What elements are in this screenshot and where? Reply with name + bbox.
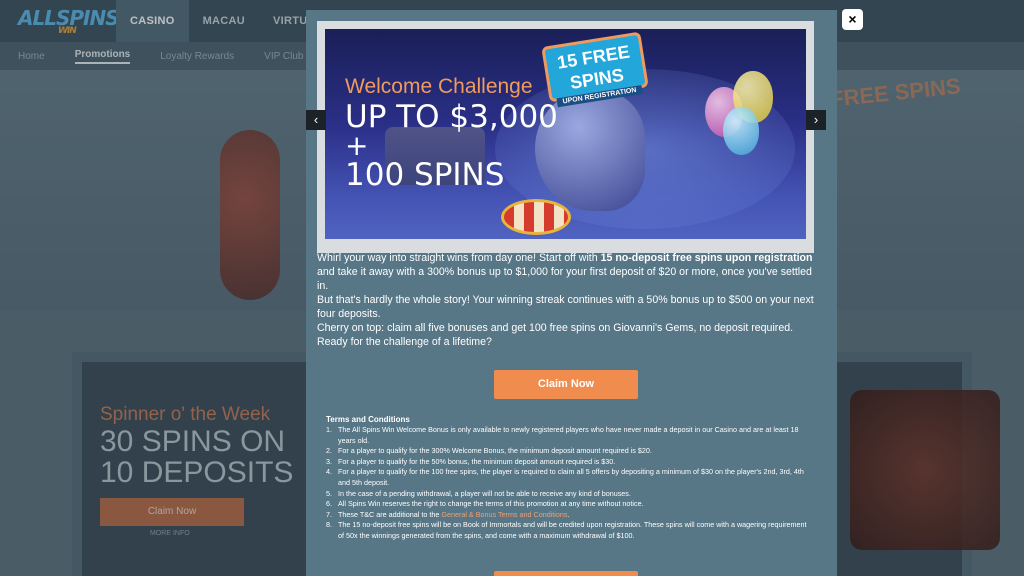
- balloon-art: [723, 107, 759, 155]
- description-paragraph: Cherry on top: claim all five bonuses an…: [317, 322, 794, 334]
- promo-description: Whirl your way into straight wins from d…: [317, 251, 822, 349]
- description-paragraph: But that's hardly the whole story! Your …: [317, 294, 814, 320]
- description-paragraph: Whirl your way into straight wins from d…: [317, 252, 813, 292]
- claim-now-button[interactable]: Claim Now: [494, 370, 638, 399]
- carousel-next-button[interactable]: ›: [806, 110, 826, 130]
- banner-image: 15 FREE SPINS UPON REGISTRATION Welcome …: [325, 29, 806, 239]
- terms-item: 3. For a player to qualify for the 50% bo…: [326, 456, 616, 466]
- banner-title: Welcome Challenge: [345, 75, 533, 98]
- terms-item: 8. The 15 no-deposit free spins will be o…: [326, 520, 807, 540]
- free-spins-badge: 15 FREE SPINS UPON REGISTRATION: [541, 31, 649, 108]
- close-modal-button[interactable]: ×: [842, 9, 863, 30]
- terms-list: 1. The All Spins Win Welcome Bonus is onl…: [326, 425, 811, 542]
- terms-item: 5. In the case of a pending withdrawal, a…: [326, 488, 631, 498]
- bonus-terms-link[interactable]: General & Bonus Terms and Conditions: [441, 510, 567, 519]
- promo-banner: 15 FREE SPINS UPON REGISTRATION Welcome …: [317, 21, 814, 253]
- terms-item: 4. For a player to qualify for the 100 fr…: [326, 467, 804, 487]
- terms-item: 2. For a player to qualify for the 300% W…: [326, 446, 652, 456]
- bottom-claim-button[interactable]: [494, 571, 638, 576]
- chevron-right-icon: ›: [813, 112, 819, 127]
- banner-spins: 100 SPINS: [345, 157, 505, 193]
- description-paragraph: Ready for the challenge of a lifetime?: [317, 336, 492, 348]
- carousel-prev-button[interactable]: ‹: [306, 110, 326, 130]
- terms-item: 6. All Spins Win reserves the right to ch…: [326, 499, 644, 509]
- chevron-left-icon: ‹: [313, 112, 319, 127]
- terms-title: Terms and Conditions: [326, 415, 410, 424]
- terms-item: 1. The All Spins Win Welcome Bonus is onl…: [326, 425, 799, 445]
- promotion-modal: 15 FREE SPINS UPON REGISTRATION Welcome …: [306, 10, 837, 576]
- circus-drum-art: [501, 199, 571, 235]
- terms-item: 7. These T&C are additional to the Genera…: [326, 509, 570, 519]
- banner-amount: UP TO $3,000: [345, 99, 558, 135]
- terms-and-conditions: Terms and Conditions 1. The All Spins Win…: [326, 415, 811, 542]
- close-icon: ×: [848, 11, 857, 27]
